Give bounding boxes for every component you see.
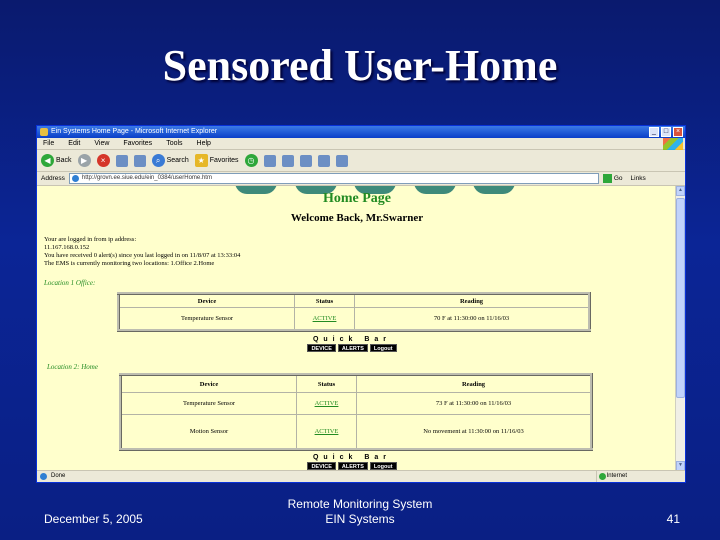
star-icon: ★ — [194, 154, 208, 167]
go-label: Go — [613, 175, 623, 182]
status-bar: Done Internet — [37, 470, 685, 482]
page-viewport: Home Page Welcome Back, Mr.Swarner Your … — [37, 186, 677, 471]
address-value: http://grovn.ee.siue.edu/ein_0384/userHo… — [81, 175, 212, 181]
status-text: Done — [51, 473, 66, 479]
welcome-message: Welcome Back, Mr.Swarner — [290, 212, 424, 224]
col-device: Device — [118, 293, 295, 308]
security-zone: Internet — [595, 471, 627, 482]
page-done-icon — [40, 473, 47, 480]
device-name: Temperature Sensor — [118, 307, 295, 331]
page-heading: Home Page — [322, 191, 392, 206]
refresh-icon[interactable] — [115, 154, 128, 167]
device-reading: No movement at 11:30:00 on 11/16/03 — [356, 414, 592, 450]
quick-bar-office: Quick Bar DEVICE ALERTS Logout — [287, 336, 417, 352]
info-locations: The EMS is currently monitoring two loca… — [44, 260, 215, 267]
menu-view[interactable]: View — [94, 138, 109, 149]
page-icon — [71, 175, 79, 182]
menu-file[interactable]: File — [43, 138, 54, 149]
favorites-label: Favorites — [209, 157, 239, 164]
forward-arrow-icon[interactable]: ▶ — [77, 154, 91, 167]
location-office-label: Location 1 Office: — [44, 279, 96, 287]
minimize-button[interactable]: _ — [649, 127, 659, 137]
browser-window: Ein Systems Home Page - Microsoft Intern… — [36, 125, 686, 483]
ie-app-icon — [40, 128, 48, 136]
status-link[interactable]: ACTIVE — [294, 307, 355, 331]
vertical-scrollbar[interactable]: ▲ ▼ — [675, 186, 685, 471]
footer-center: Remote Monitoring System EIN Systems — [240, 497, 480, 527]
device-reading: 73 F at 11:30:00 on 11/16/03 — [356, 392, 592, 415]
favorites-button[interactable]: ★ Favorites — [194, 154, 239, 167]
close-button[interactable]: × — [673, 127, 683, 137]
menu-tools[interactable]: Tools — [166, 138, 182, 149]
menu-help[interactable]: Help — [197, 138, 211, 149]
scroll-thumb[interactable] — [676, 198, 685, 398]
status-link[interactable]: ACTIVE — [296, 392, 357, 415]
zone-text: Internet — [606, 473, 627, 479]
address-input[interactable]: http://grovn.ee.siue.edu/ein_0384/userHo… — [68, 173, 599, 184]
slide-title: Sensored User-Home — [162, 41, 558, 90]
col-status: Status — [296, 374, 357, 393]
col-reading: Reading — [356, 374, 592, 393]
back-button[interactable]: ◀ Back — [41, 154, 72, 167]
address-label: Address — [41, 175, 65, 182]
info-ip-value: 11.167.168.0.152 — [44, 244, 90, 251]
device-name: Motion Sensor — [120, 414, 297, 450]
slide-number: 41 — [666, 512, 680, 526]
menubar: File Edit View Favorites Tools Help — [37, 138, 685, 150]
menu-edit[interactable]: Edit — [68, 138, 80, 149]
alerts-button[interactable]: ALERTS — [337, 462, 368, 470]
search-label: Search — [166, 157, 189, 164]
home-icon[interactable] — [133, 154, 146, 167]
col-status: Status — [294, 293, 355, 308]
discuss-icon[interactable] — [317, 154, 330, 167]
windows-logo-icon — [663, 138, 683, 150]
info-alerts: You have received 0 alert(s) since you l… — [44, 252, 241, 259]
footer-date: December 5, 2005 — [44, 512, 143, 526]
quick-bar-title: Quick Bar — [312, 454, 392, 461]
logout-button[interactable]: Logout — [369, 462, 397, 470]
home-device-table: Device Status Reading Temperature Sensor… — [119, 373, 593, 451]
alerts-button[interactable]: ALERTS — [337, 344, 368, 352]
edit-icon[interactable] — [299, 154, 312, 167]
history-icon[interactable]: ◷ — [244, 154, 258, 167]
col-device: Device — [120, 374, 297, 393]
device-name: Temperature Sensor — [120, 392, 297, 415]
col-reading: Reading — [354, 293, 590, 308]
address-bar: Address http://grovn.ee.siue.edu/ein_038… — [37, 172, 685, 186]
search-button[interactable]: ⌕ Search — [151, 154, 189, 167]
quick-bar-home: Quick Bar DEVICE ALERTS Logout — [287, 454, 417, 470]
scroll-up-icon[interactable]: ▲ — [676, 186, 685, 196]
toolbar: ◀ Back ▶ × ⌕ Search ★ Favorites ◷ — [37, 150, 685, 172]
internet-zone-icon — [598, 473, 606, 480]
device-button[interactable]: DEVICE — [307, 344, 336, 352]
table-row: Motion Sensor ACTIVE No movement at 11:3… — [120, 414, 592, 450]
menu-favorites[interactable]: Favorites — [123, 138, 152, 149]
table-row: Temperature Sensor ACTIVE 73 F at 11:30:… — [120, 392, 592, 415]
logout-button[interactable]: Logout — [369, 344, 397, 352]
location-home-label: Location 2: Home — [47, 363, 98, 371]
search-icon: ⌕ — [151, 154, 165, 167]
back-arrow-icon: ◀ — [41, 154, 54, 167]
quick-bar-title: Quick Bar — [312, 336, 392, 343]
maximize-button[interactable]: □ — [661, 127, 671, 137]
table-row: Temperature Sensor ACTIVE 70 F at 11:30:… — [118, 307, 590, 331]
go-button[interactable]: Go — [602, 174, 623, 183]
print-icon[interactable] — [281, 154, 294, 167]
stop-icon[interactable]: × — [96, 154, 110, 167]
office-device-table: Device Status Reading Temperature Sensor… — [117, 292, 591, 332]
mail-icon[interactable] — [263, 154, 276, 167]
info-ip-label: Your are logged in from ip address: — [44, 236, 137, 243]
messenger-icon[interactable] — [335, 154, 348, 167]
device-button[interactable]: DEVICE — [307, 462, 336, 470]
browser-titlebar[interactable]: Ein Systems Home Page - Microsoft Intern… — [37, 126, 685, 138]
device-reading: 70 F at 11:30:00 on 11/16/03 — [354, 307, 590, 331]
links-button[interactable]: Links — [631, 175, 646, 182]
back-label: Back — [56, 157, 72, 164]
status-link[interactable]: ACTIVE — [296, 414, 357, 450]
go-arrow-icon — [602, 174, 612, 183]
footer-company-name: EIN Systems — [325, 512, 395, 526]
window-title: Ein Systems Home Page - Microsoft Intern… — [51, 128, 218, 135]
footer-system-name: Remote Monitoring System — [287, 497, 433, 511]
